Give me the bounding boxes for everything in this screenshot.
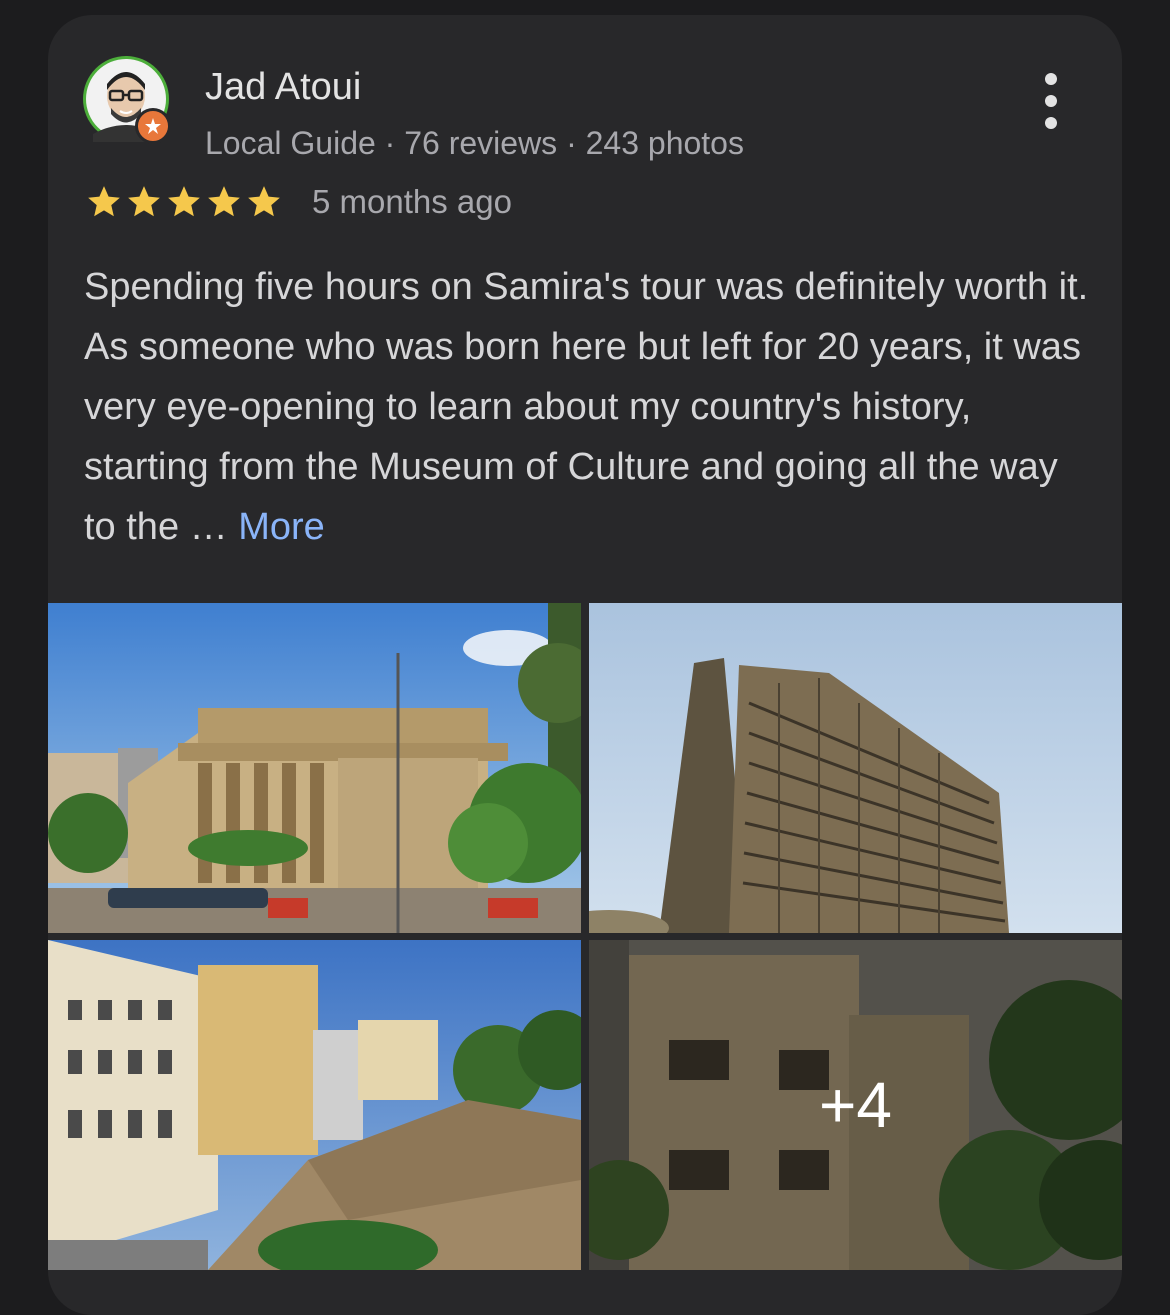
review-photo-building[interactable]: +4 [589,940,1122,1270]
more-photos-count[interactable]: +4 [589,940,1122,1270]
review-text: Spending five hours on Samira's tour was… [84,257,1094,557]
more-link[interactable]: More [238,506,325,548]
review-body: Spending five hours on Samira's tour was… [84,266,1089,548]
star-icon [168,186,200,217]
star-icon [128,186,160,217]
review-photo-museum[interactable] [48,603,581,933]
star-rating [84,183,284,221]
review-card: Jad Atoui Local Guide · 76 reviews · 243… [48,15,1122,1315]
reviewer-meta: Local Guide · 76 reviews · 243 photos [205,125,744,161]
review-photo-ruins[interactable] [48,940,581,1270]
review-photo-tower[interactable] [589,603,1122,933]
reviewer-name[interactable]: Jad Atoui [205,65,361,109]
local-guide-badge-icon [135,108,171,144]
more-vert-icon[interactable] [1036,73,1066,129]
star-icon [88,186,120,217]
star-icon [208,186,240,217]
review-time: 5 months ago [312,183,512,220]
star-icon [248,186,280,217]
